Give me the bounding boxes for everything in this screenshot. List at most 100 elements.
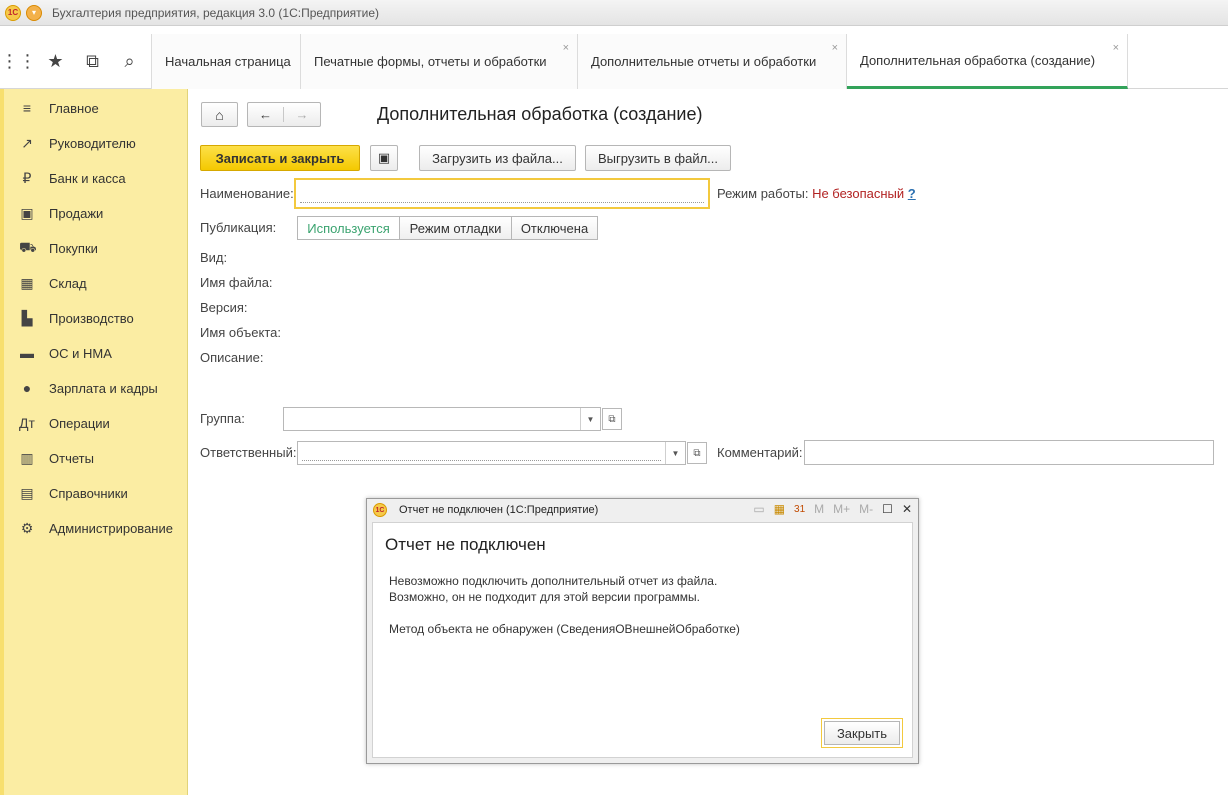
error-dialog: 1С Отчет не подключен (1С:Предприятие) ▭… bbox=[366, 498, 919, 764]
publication-used[interactable]: Используется bbox=[297, 216, 400, 240]
tab-print-forms[interactable]: Печатные формы, отчеты и обработки × bbox=[301, 34, 578, 89]
sidebar-item-label: Продажи bbox=[49, 205, 104, 221]
tab-home[interactable]: Начальная страница bbox=[152, 34, 301, 89]
app-logo-icon: 1С bbox=[5, 4, 21, 21]
comment-label: Комментарий: bbox=[717, 445, 803, 460]
books-icon: ▤ bbox=[20, 484, 34, 501]
sidebar-item-label: Банк и касса bbox=[49, 170, 126, 186]
star-icon[interactable]: ★ bbox=[37, 51, 74, 72]
app-logo-icon: 1С bbox=[373, 503, 387, 517]
sidebar-item-production[interactable]: ▙ Производство bbox=[4, 304, 188, 332]
open-window-icon: ⧉ bbox=[693, 447, 701, 459]
open-window-icon: ⧉ bbox=[608, 413, 616, 425]
responsible-input-underline bbox=[302, 460, 661, 461]
maximize-icon[interactable]: ☐ bbox=[882, 502, 893, 516]
memory-plus-button[interactable]: M+ bbox=[833, 502, 850, 516]
memory-m-button[interactable]: M bbox=[814, 502, 824, 516]
search-icon[interactable]: ⌕ bbox=[111, 51, 148, 72]
chevron-down-icon[interactable]: ▼ bbox=[665, 442, 685, 464]
dialog-message-line-2: Возможно, он не подходит для этой версии… bbox=[389, 590, 700, 604]
bag-icon: ▣ bbox=[20, 204, 34, 221]
save-close-button[interactable]: Записать и закрыть bbox=[200, 145, 360, 171]
memory-minus-button[interactable]: M- bbox=[859, 502, 873, 516]
warehouse-icon: ▦ bbox=[20, 274, 34, 291]
sidebar-item-assets[interactable]: ▬ ОС и НМА bbox=[4, 339, 188, 367]
sidebar-item-salary[interactable]: ● Зарплата и кадры bbox=[4, 374, 188, 402]
top-toolbar: ⋮⋮ ★ ⧉ ⌕ bbox=[0, 34, 152, 89]
top-panel: ⋮⋮ ★ ⧉ ⌕ Начальная страница Печатные фор… bbox=[0, 34, 1228, 89]
chevron-down-icon[interactable]: ▼ bbox=[580, 408, 600, 430]
sidebar-item-label: Справочники bbox=[49, 485, 128, 501]
dialog-close-button[interactable]: Закрыть bbox=[821, 718, 903, 748]
publication-disabled[interactable]: Отключена bbox=[511, 216, 598, 240]
trend-icon: ↗ bbox=[21, 134, 33, 151]
sidebar-item-main[interactable]: ≡ Главное bbox=[4, 94, 188, 122]
document-icon[interactable]: ▭ bbox=[753, 502, 764, 516]
history-icon[interactable]: ⧉ bbox=[74, 51, 111, 72]
gear-icon: ⚙ bbox=[20, 519, 34, 536]
save-button[interactable]: ▣ bbox=[370, 145, 398, 171]
forward-arrow-icon[interactable]: → bbox=[284, 107, 320, 122]
dialog-message-line-1: Невозможно подключить дополнительный отч… bbox=[389, 574, 718, 588]
sidebar-item-label: Главное bbox=[49, 100, 99, 116]
sidebar-item-catalogs[interactable]: ▤ Справочники bbox=[4, 479, 188, 507]
page-title: Дополнительная обработка (создание) bbox=[377, 104, 703, 124]
sidebar-item-reports[interactable]: ▥ Отчеты bbox=[4, 444, 188, 472]
nav-buttons: ← → bbox=[247, 102, 321, 127]
dialog-tools: ▭ ▦ 31 M M+ M- ☐ ✕ bbox=[753, 502, 912, 516]
sidebar-item-sales[interactable]: ▣ Продажи bbox=[4, 199, 188, 227]
apps-grid-icon[interactable]: ⋮⋮ bbox=[0, 51, 37, 72]
version-label: Версия: bbox=[200, 300, 248, 315]
sidebar-item-label: ОС и НМА bbox=[49, 345, 112, 361]
sidebar-item-label: Склад bbox=[49, 275, 87, 291]
tab-additional-processing[interactable]: Дополнительная обработка (создание) × bbox=[847, 34, 1128, 89]
back-arrow-icon[interactable]: ← bbox=[248, 107, 285, 122]
sidebar-item-label: Отчеты bbox=[49, 450, 94, 466]
comment-input[interactable] bbox=[804, 440, 1214, 465]
close-icon[interactable]: × bbox=[563, 42, 569, 54]
home-button[interactable]: ⌂ bbox=[201, 102, 238, 127]
operations-icon: Дт bbox=[19, 415, 35, 431]
calculator-icon[interactable]: ▦ bbox=[774, 502, 785, 516]
tab-label: Дополнительные отчеты и обработки bbox=[591, 54, 817, 69]
help-icon[interactable]: ? bbox=[908, 186, 916, 201]
main-menu-icon[interactable]: ▾ bbox=[26, 4, 42, 21]
publication-debug[interactable]: Режим отладки bbox=[399, 216, 512, 240]
mode-value[interactable]: Не безопасный bbox=[812, 186, 904, 201]
sidebar-item-label: Покупки bbox=[49, 240, 98, 256]
dialog-heading: Отчет не подключен bbox=[385, 535, 546, 554]
close-icon[interactable]: × bbox=[832, 42, 838, 54]
name-input-underline bbox=[300, 202, 704, 203]
unload-to-file-button[interactable]: Выгрузить в файл... bbox=[585, 145, 731, 171]
sidebar-item-admin[interactable]: ⚙ Администрирование bbox=[4, 514, 188, 542]
cart-icon: ⛟ bbox=[19, 238, 37, 255]
sidebar-item-bank[interactable]: ₽ Банк и касса bbox=[4, 164, 188, 192]
description-label: Описание: bbox=[200, 350, 264, 365]
tab-label: Печатные формы, отчеты и обработки bbox=[314, 54, 547, 69]
person-icon: ● bbox=[22, 380, 32, 396]
responsible-open-button[interactable]: ⧉ bbox=[687, 442, 707, 464]
kind-label: Вид: bbox=[200, 250, 228, 265]
bar-chart-icon: ▥ bbox=[20, 449, 34, 466]
sidebar-item-operations[interactable]: Дт Операции bbox=[4, 409, 188, 437]
sidebar-item-manager[interactable]: ↗ Руководителю bbox=[4, 129, 188, 157]
calendar-icon[interactable]: 31 bbox=[794, 504, 805, 515]
tab-label: Дополнительная обработка (создание) bbox=[860, 52, 1096, 68]
name-input[interactable] bbox=[294, 178, 710, 209]
close-icon[interactable]: × bbox=[1113, 42, 1119, 54]
group-input[interactable]: ▼ bbox=[283, 407, 601, 431]
responsible-input[interactable]: ▼ bbox=[297, 441, 686, 465]
close-icon[interactable]: ✕ bbox=[902, 502, 912, 516]
group-open-button[interactable]: ⧉ bbox=[602, 408, 622, 430]
factory-icon: ▙ bbox=[21, 309, 33, 326]
dialog-close-button-label: Закрыть bbox=[824, 721, 900, 745]
name-label: Наименование: bbox=[200, 186, 294, 201]
file-name-label: Имя файла: bbox=[200, 275, 273, 290]
sidebar-item-purchases[interactable]: ⛟ Покупки bbox=[4, 234, 188, 262]
sidebar-item-warehouse[interactable]: ▦ Склад bbox=[4, 269, 188, 297]
tab-additional-reports[interactable]: Дополнительные отчеты и обработки × bbox=[578, 34, 847, 89]
load-from-file-button[interactable]: Загрузить из файла... bbox=[419, 145, 576, 171]
sidebar-item-label: Руководителю bbox=[49, 135, 136, 151]
truck-icon: ▬ bbox=[20, 345, 34, 361]
dialog-message-line-3: Метод объекта не обнаружен (СведенияОВне… bbox=[389, 622, 740, 636]
